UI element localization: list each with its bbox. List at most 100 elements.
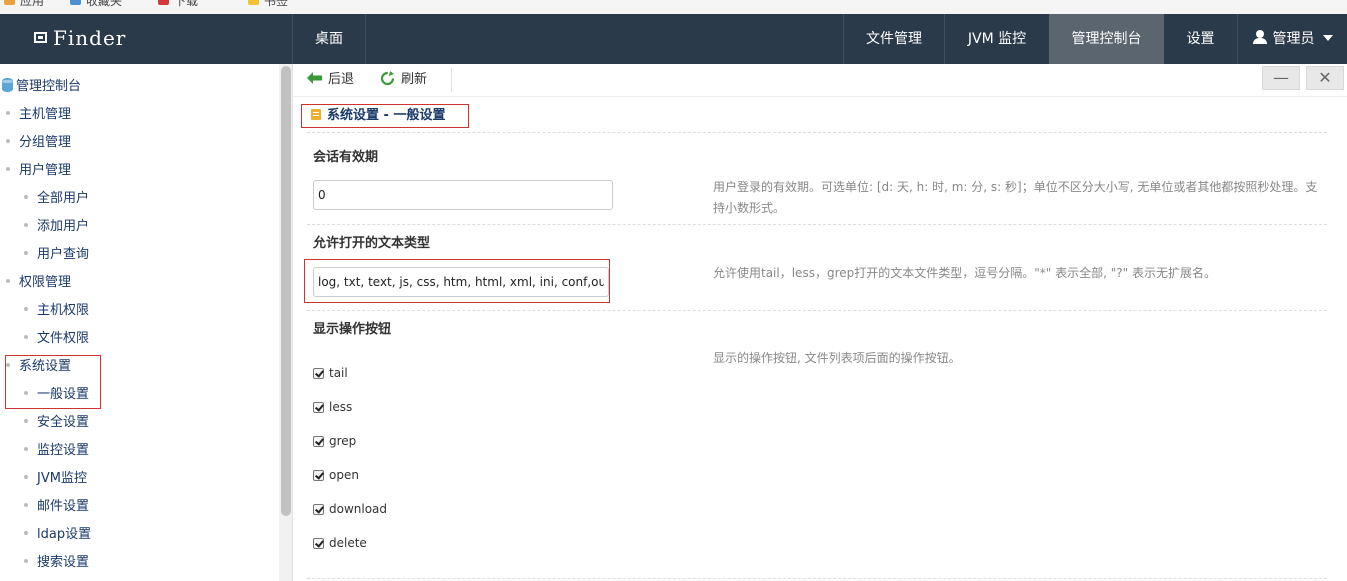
bullet-icon xyxy=(24,307,28,311)
settings-doc-icon xyxy=(311,109,321,120)
nav-jvm-monitor[interactable]: JVM 监控 xyxy=(945,14,1049,64)
checkbox-grep[interactable]: grep xyxy=(313,431,356,451)
bookmark-label[interactable]: 书签 xyxy=(264,0,288,9)
sidebar-item-user-query[interactable]: 用户查询 xyxy=(24,245,89,265)
filetypes-label: 允许打开的文本类型 xyxy=(313,236,431,251)
checkbox-checked-icon[interactable] xyxy=(313,402,324,413)
bullet-icon xyxy=(24,223,28,227)
user-name: 管理员 xyxy=(1272,31,1315,47)
bullet-icon xyxy=(24,475,28,479)
nav-desktop[interactable]: 桌面 xyxy=(293,14,365,64)
bullet-icon xyxy=(24,335,28,339)
refresh-label: 刷新 xyxy=(401,72,428,87)
bullet-icon xyxy=(24,419,28,423)
bullet-icon xyxy=(6,111,10,115)
checkbox-checked-icon[interactable] xyxy=(313,368,324,379)
sidebar-item-label: 监控设置 xyxy=(37,443,90,458)
sidebar-item-file-permission[interactable]: 文件权限 xyxy=(24,329,89,349)
sidebar-item-ldap-settings[interactable]: ldap设置 xyxy=(24,525,91,545)
bookmark-icon[interactable] xyxy=(70,0,81,5)
checkbox-label: grep xyxy=(329,434,357,448)
sidebar-item-label: 安全设置 xyxy=(37,415,90,430)
sidebar-item-jvm-monitor[interactable]: JVM监控 xyxy=(24,469,87,489)
bullet-icon xyxy=(6,139,10,143)
panel-title: 系统设置 - 一般设置 xyxy=(301,104,469,128)
top-nav-bar: Finder 桌面 文件管理 JVM 监控 管理控制台 设置 管理员 xyxy=(0,14,1347,64)
tree-root-label: 管理控制台 xyxy=(16,79,82,94)
checkbox-checked-icon[interactable] xyxy=(313,538,324,549)
sidebar-item-label: 主机管理 xyxy=(19,107,72,122)
sidebar-item-all-users[interactable]: 全部用户 xyxy=(24,189,89,209)
checkbox-less[interactable]: less xyxy=(313,397,352,417)
tree-root[interactable]: 管理控制台 xyxy=(2,78,81,96)
back-button[interactable]: 后退 xyxy=(307,70,354,90)
refresh-icon xyxy=(380,71,395,86)
bookmarks-bar: 应用 收藏夹 下载 书签 xyxy=(0,0,1347,14)
sidebar-item-security-settings[interactable]: 安全设置 xyxy=(24,413,89,433)
checkbox-label: less xyxy=(329,400,353,414)
database-icon xyxy=(2,78,13,92)
buttons-help: 显示的操作按钮, 文件列表项后面的操作按钮。 xyxy=(713,351,961,365)
highlight-box xyxy=(5,355,101,409)
sidebar-item-search-settings[interactable]: 搜索设置 xyxy=(24,553,89,573)
nav-settings[interactable]: 设置 xyxy=(1164,14,1237,64)
checkbox-label: open xyxy=(329,468,359,482)
checkbox-checked-icon[interactable] xyxy=(313,504,324,515)
sidebar-item-label: 全部用户 xyxy=(37,191,90,206)
logo-text: Finder xyxy=(53,26,127,50)
sidebar-item-group-management[interactable]: 分组管理 xyxy=(6,133,71,153)
sidebar-item-mail-settings[interactable]: 邮件设置 xyxy=(24,497,89,517)
sidebar-item-monitor-settings[interactable]: 监控设置 xyxy=(24,441,89,461)
checkbox-delete[interactable]: delete xyxy=(313,533,367,553)
sidebar-item-add-user[interactable]: 添加用户 xyxy=(24,217,89,237)
sidebar-item-label: 文件权限 xyxy=(37,331,90,346)
divider xyxy=(307,578,1327,579)
bookmark-label[interactable]: 下载 xyxy=(174,0,198,9)
sidebar-item-label: 分组管理 xyxy=(19,135,72,150)
bullet-icon xyxy=(24,503,28,507)
bullet-icon xyxy=(6,279,10,283)
arrow-left-icon xyxy=(307,72,322,84)
sidebar-item-permission-management[interactable]: 权限管理 xyxy=(6,273,71,293)
session-input[interactable] xyxy=(313,180,613,210)
sidebar-item-label: 用户管理 xyxy=(19,163,72,178)
bullet-icon xyxy=(24,251,28,255)
checkbox-label: download xyxy=(329,502,388,516)
sidebar-item-label: JVM监控 xyxy=(37,471,87,486)
checkbox-label: tail xyxy=(329,366,348,380)
session-label: 会话有效期 xyxy=(313,150,379,165)
sidebar: 管理控制台 主机管理 分组管理 用户管理 全部用户 添加用户 用户查询 权限管理… xyxy=(0,64,293,581)
sidebar-scrollbar-thumb[interactable] xyxy=(281,66,291,516)
sidebar-item-label: 用户查询 xyxy=(37,247,90,262)
checkbox-download[interactable]: download xyxy=(313,499,387,519)
nav-file-manager[interactable]: 文件管理 xyxy=(844,14,944,64)
bookmark-icon[interactable] xyxy=(4,0,15,5)
checkbox-checked-icon[interactable] xyxy=(313,436,324,447)
panel-title-text: 系统设置 - 一般设置 xyxy=(327,108,446,123)
bookmark-label[interactable]: 收藏夹 xyxy=(86,0,122,9)
buttons-label: 显示操作按钮 xyxy=(313,322,392,337)
close-button[interactable]: ✕ xyxy=(1306,66,1344,90)
divider xyxy=(307,224,1327,225)
sidebar-item-label: 搜索设置 xyxy=(37,555,90,570)
user-menu[interactable]: 管理员 xyxy=(1238,14,1347,64)
minimize-button[interactable]: — xyxy=(1262,66,1300,90)
nav-admin-console[interactable]: 管理控制台 xyxy=(1049,14,1164,64)
checkbox-tail[interactable]: tail xyxy=(313,363,348,383)
sidebar-item-label: 添加用户 xyxy=(37,219,90,234)
checkbox-checked-icon[interactable] xyxy=(313,470,324,481)
bookmark-label[interactable]: 应用 xyxy=(20,0,44,9)
sidebar-item-user-management[interactable]: 用户管理 xyxy=(6,161,71,181)
sidebar-item-label: 主机权限 xyxy=(37,303,90,318)
nav-divider xyxy=(365,14,366,64)
sidebar-item-host-permission[interactable]: 主机权限 xyxy=(24,301,89,321)
bullet-icon xyxy=(6,167,10,171)
bookmark-icon[interactable] xyxy=(248,0,259,5)
checkbox-open[interactable]: open xyxy=(313,465,359,485)
bookmark-icon[interactable] xyxy=(158,0,169,5)
app-logo[interactable]: Finder xyxy=(34,14,126,64)
sidebar-item-host-management[interactable]: 主机管理 xyxy=(6,105,71,125)
divider xyxy=(307,132,1327,133)
refresh-button[interactable]: 刷新 xyxy=(380,70,427,90)
back-label: 后退 xyxy=(328,72,355,87)
